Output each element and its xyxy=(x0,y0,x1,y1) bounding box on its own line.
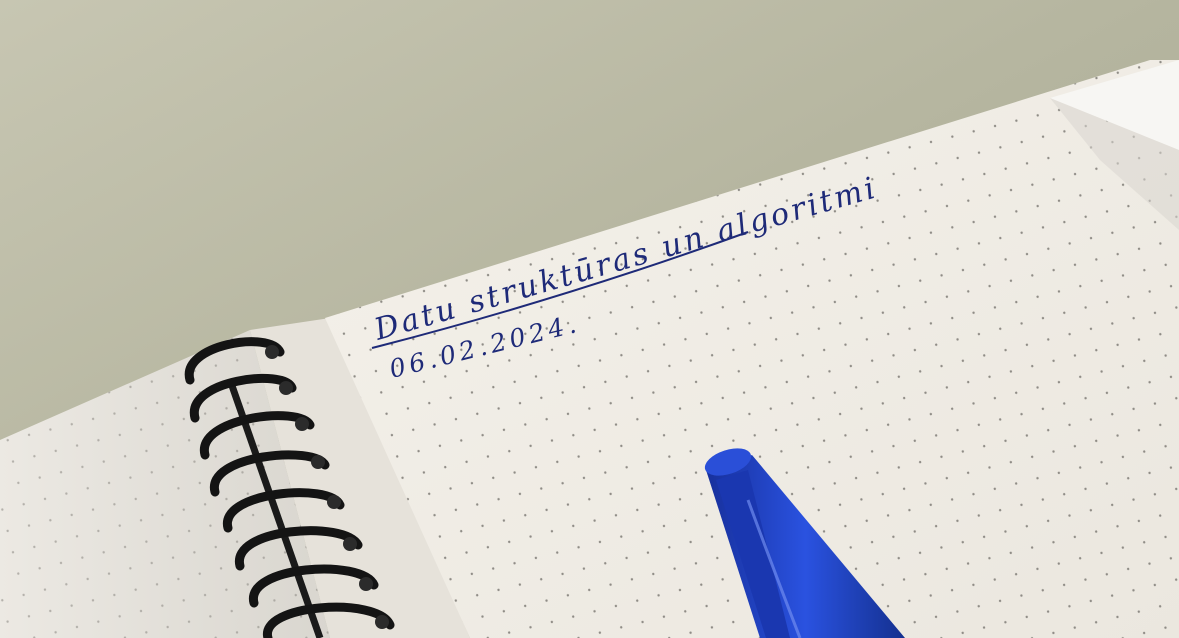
photo-scene: Datu struktūras un algoritmi 06.02.2024. xyxy=(0,0,1179,638)
